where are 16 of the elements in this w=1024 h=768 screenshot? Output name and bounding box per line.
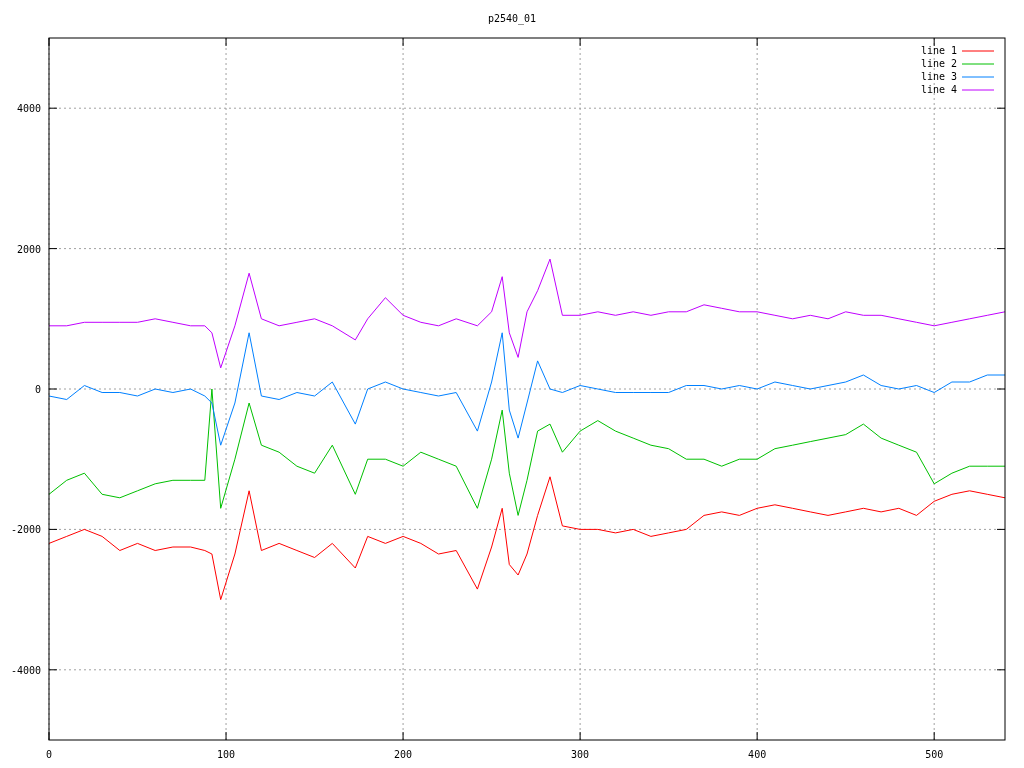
y-tick-label: -2000 <box>10 524 41 536</box>
y-tick-label: 0 <box>34 384 41 395</box>
legend-label: line 4 <box>920 84 957 95</box>
legend-label: line 2 <box>920 58 957 69</box>
legend-label: line 3 <box>920 71 957 82</box>
x-tick-label: 400 <box>748 749 767 760</box>
x-tick-label: 300 <box>571 749 590 760</box>
legend-label: line 1 <box>920 45 957 56</box>
y-tick-label: -4000 <box>10 664 41 676</box>
chart-title: p2540_01 <box>487 13 537 24</box>
x-tick-label: 0 <box>46 749 52 760</box>
y-tick-label: 4000 <box>16 103 41 115</box>
y-tick-label: 2000 <box>16 243 41 255</box>
x-tick-label: 200 <box>394 749 413 760</box>
x-tick-label: 500 <box>925 749 944 760</box>
x-tick-label: 100 <box>217 749 236 760</box>
